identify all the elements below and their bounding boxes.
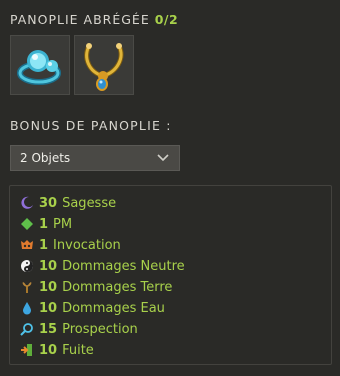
wisdom-icon bbox=[20, 196, 34, 210]
water-icon bbox=[20, 301, 34, 315]
prospection-icon bbox=[20, 322, 34, 336]
invocation-icon bbox=[20, 238, 34, 252]
bonus-label: Dommages Eau bbox=[62, 300, 165, 316]
bonus-row: 1 PM bbox=[20, 214, 72, 234]
bonus-label: Sagesse bbox=[62, 195, 117, 211]
bonus-row: 1 Invocation bbox=[20, 235, 121, 255]
bonus-label: Prospection bbox=[62, 321, 138, 337]
bonus-row: 10 Fuite bbox=[20, 340, 94, 360]
bonus-row: 15 Prospection bbox=[20, 319, 138, 339]
earth-icon bbox=[20, 280, 34, 294]
bonus-label: Invocation bbox=[53, 237, 121, 253]
chevron-down-icon bbox=[157, 154, 169, 162]
dropdown-value: 2 Objets bbox=[20, 151, 71, 165]
item-slot-amulet[interactable] bbox=[74, 35, 134, 95]
bonus-value: 30 bbox=[39, 195, 58, 211]
ring-icon bbox=[17, 50, 61, 85]
bonus-value: 1 bbox=[39, 237, 49, 253]
item-slot-ring[interactable] bbox=[10, 35, 70, 95]
set-count: 0/2 bbox=[154, 12, 179, 27]
bonus-title: BONUS DE PANOPLIE : bbox=[10, 118, 172, 133]
flee-icon bbox=[20, 343, 34, 357]
amulet-icon bbox=[84, 43, 124, 91]
pm-icon bbox=[20, 217, 34, 231]
bonus-value: 10 bbox=[39, 300, 58, 316]
bonus-row: 30 Sagesse bbox=[20, 193, 116, 213]
bonus-value: 1 bbox=[39, 216, 49, 232]
bonus-label: Dommages Terre bbox=[62, 279, 173, 295]
bonus-value: 10 bbox=[39, 258, 58, 274]
bonus-row: 10 Dommages Terre bbox=[20, 277, 172, 297]
bonus-row: 10 Dommages Neutre bbox=[20, 256, 185, 276]
bonus-label: Dommages Neutre bbox=[62, 258, 185, 274]
bonus-label: PM bbox=[53, 216, 73, 232]
bonus-row: 10 Dommages Eau bbox=[20, 298, 165, 318]
bonus-panel: 30 Sagesse 1 PM 1 Invocation 10 Dommages… bbox=[9, 185, 332, 365]
bonus-label: Fuite bbox=[62, 342, 94, 358]
set-title-text: PANOPLIE ABRÉGÉE bbox=[10, 12, 150, 27]
set-title: PANOPLIE ABRÉGÉE 0/2 bbox=[10, 12, 178, 27]
bonus-value: 10 bbox=[39, 279, 58, 295]
neutral-icon bbox=[20, 259, 34, 273]
bonus-item-count-dropdown[interactable]: 2 Objets bbox=[10, 145, 180, 171]
bonus-value: 10 bbox=[39, 342, 58, 358]
bonus-value: 15 bbox=[39, 321, 58, 337]
